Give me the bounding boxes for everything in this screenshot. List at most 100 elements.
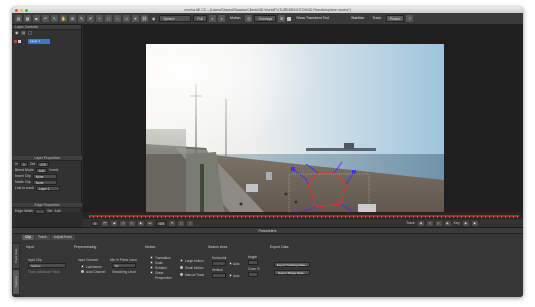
pointer-icon[interactable]: ↖ xyxy=(51,15,58,22)
edge-width-slider[interactable] xyxy=(35,208,46,214)
save-icon[interactable]: ■ xyxy=(33,15,40,22)
layer-visible-icon[interactable] xyxy=(18,40,21,43)
out-field[interactable]: 476 xyxy=(37,161,49,167)
track-backward-icon[interactable]: ◀ xyxy=(417,220,424,226)
insert-clip-select[interactable]: None xyxy=(32,173,57,179)
minimize-window-button[interactable] xyxy=(20,8,23,12)
control-point[interactable] xyxy=(352,170,356,174)
auto-channel-radio[interactable] xyxy=(81,270,84,273)
step-back-icon[interactable]: ◀ xyxy=(111,220,117,226)
angle-field[interactable] xyxy=(248,260,258,265)
timeline-bar[interactable] xyxy=(83,212,523,219)
add-button[interactable]: Add xyxy=(54,209,60,213)
open-icon[interactable]: ▦ xyxy=(24,15,31,22)
stabilize-tab[interactable]: Stabilize xyxy=(348,15,367,22)
zoom-icon[interactable]: ⊕ xyxy=(69,15,76,22)
promo-button[interactable]: Promo xyxy=(385,15,405,22)
link-icon[interactable]: ⛓ xyxy=(141,15,148,22)
scale-checkbox[interactable] xyxy=(150,261,153,264)
min-pixels-field[interactable]: 50 xyxy=(112,263,136,268)
blend-mode-select[interactable]: Add xyxy=(35,167,48,173)
step-forward-icon[interactable]: ▶ xyxy=(138,220,144,226)
channel-icon[interactable]: ◑ xyxy=(217,15,225,22)
layer-name[interactable]: Layer 1 xyxy=(28,39,50,44)
large-motion-radio[interactable] xyxy=(180,259,183,262)
input-channel-label: Input Channel xyxy=(78,258,98,262)
export-tracking-data-button[interactable]: Export Tracking Data... xyxy=(274,262,310,267)
vertical-field[interactable] xyxy=(212,273,226,278)
color-icon[interactable]: ◐ xyxy=(208,15,216,22)
xspline-icon[interactable]: ✎ xyxy=(78,15,85,22)
next-key-icon[interactable]: ◆ xyxy=(471,220,478,226)
tab-track[interactable]: Track xyxy=(35,235,50,240)
small-motion-label: Small Motion xyxy=(185,265,204,270)
edge-width-label: Edge Width xyxy=(15,209,34,213)
in-field[interactable]: 0 xyxy=(19,161,28,167)
zoom-window-button[interactable] xyxy=(25,8,28,12)
add-point-icon[interactable]: + xyxy=(96,15,103,22)
play-icon[interactable]: ▷ xyxy=(129,220,135,226)
play-back-icon[interactable]: ◁ xyxy=(120,220,126,226)
input-section-title: Input xyxy=(26,245,34,249)
horizontal-auto-checkbox[interactable] xyxy=(229,262,232,265)
matte-clip-select[interactable]: None xyxy=(32,179,57,185)
zoom-select[interactable]: Full xyxy=(193,15,207,22)
set-button[interactable]: Set xyxy=(47,209,52,213)
track-fields-label[interactable]: Track Individual Fields xyxy=(28,270,60,274)
overlays-select[interactable]: Overlays xyxy=(254,15,277,22)
out-point-icon[interactable]: ] xyxy=(187,220,193,226)
go-start-icon[interactable]: ⏮ xyxy=(102,220,108,226)
control-point[interactable] xyxy=(291,167,295,171)
link-to-track-select[interactable]: Layer 1 xyxy=(35,185,60,191)
rect-icon[interactable]: □ xyxy=(105,15,112,22)
track-forward-frame-icon[interactable]: ▷ xyxy=(435,220,442,226)
new-project-icon[interactable]: ▤ xyxy=(15,15,22,22)
input-clip-select[interactable]: Sphere xyxy=(28,263,66,268)
circle-icon[interactable]: ○ xyxy=(114,15,121,22)
manual-track-radio[interactable] xyxy=(180,273,183,276)
side-tab-tracking[interactable]: Tracking xyxy=(13,270,19,294)
insert-clip-label: Insert Clip xyxy=(15,174,31,178)
small-motion-radio[interactable] xyxy=(180,266,183,269)
loop-icon[interactable]: ⟲ xyxy=(169,220,175,226)
transform-icon[interactable]: ⌖ xyxy=(132,15,139,22)
tab-clip[interactable]: Clip xyxy=(22,235,35,240)
surface-icon[interactable]: ◇ xyxy=(123,15,130,22)
side-tab-track-data[interactable]: Track Data xyxy=(13,244,19,268)
in-label: In xyxy=(15,162,18,166)
track-tab[interactable]: Track xyxy=(369,15,384,22)
scale-label: Scale xyxy=(155,260,163,265)
rotation-checkbox[interactable] xyxy=(150,266,153,269)
stabilize-icon[interactable]: ◎ xyxy=(245,15,253,22)
window-title: mocha AE CC – [Users/Shared/Shadow/Clien… xyxy=(184,8,351,12)
track-forward-icon[interactable]: ▶ xyxy=(444,220,451,226)
zoom-field[interactable] xyxy=(248,272,258,277)
prev-key-icon[interactable]: ◆ xyxy=(462,220,469,226)
vertical-auto-checkbox[interactable] xyxy=(229,274,232,277)
invert-label[interactable]: Invert xyxy=(49,168,58,172)
translation-checkbox[interactable] xyxy=(150,256,153,259)
horizontal-field[interactable] xyxy=(212,261,226,266)
layer-row[interactable]: Layer 1 xyxy=(14,39,80,44)
in-point-icon[interactable]: [ xyxy=(178,220,184,226)
shear-checkbox[interactable] xyxy=(150,271,153,274)
tracker-icon[interactable]: ⊞ xyxy=(278,15,286,22)
close-window-button[interactable] xyxy=(15,8,18,12)
track-backward-frame-icon[interactable]: ◁ xyxy=(426,220,433,226)
parameters-panel: Parameters Clip Track AdjustTrack Track … xyxy=(12,227,523,297)
clip-viewer[interactable] xyxy=(146,44,444,225)
perspective-label[interactable]: Perspective xyxy=(155,276,172,280)
go-end-icon[interactable]: ⏭ xyxy=(147,220,153,226)
export-shape-data-button[interactable]: Export Shape Data... xyxy=(274,270,310,275)
show-transform-checkbox[interactable] xyxy=(287,16,292,21)
bezier-icon[interactable]: ✐ xyxy=(87,15,94,22)
in-frame-field[interactable]: 0 xyxy=(91,220,99,226)
vertical-label: Vertical xyxy=(212,268,223,272)
layer-select[interactable]: Sphere xyxy=(159,15,192,22)
current-frame-field[interactable]: 476 xyxy=(156,220,166,226)
tab-adjusttrack[interactable]: AdjustTrack xyxy=(50,235,76,240)
undo-icon[interactable]: ↶ xyxy=(42,15,49,22)
luminance-radio[interactable] xyxy=(81,265,84,268)
hand-icon[interactable]: ✋ xyxy=(60,15,67,22)
help-icon[interactable]: ? xyxy=(406,15,414,22)
